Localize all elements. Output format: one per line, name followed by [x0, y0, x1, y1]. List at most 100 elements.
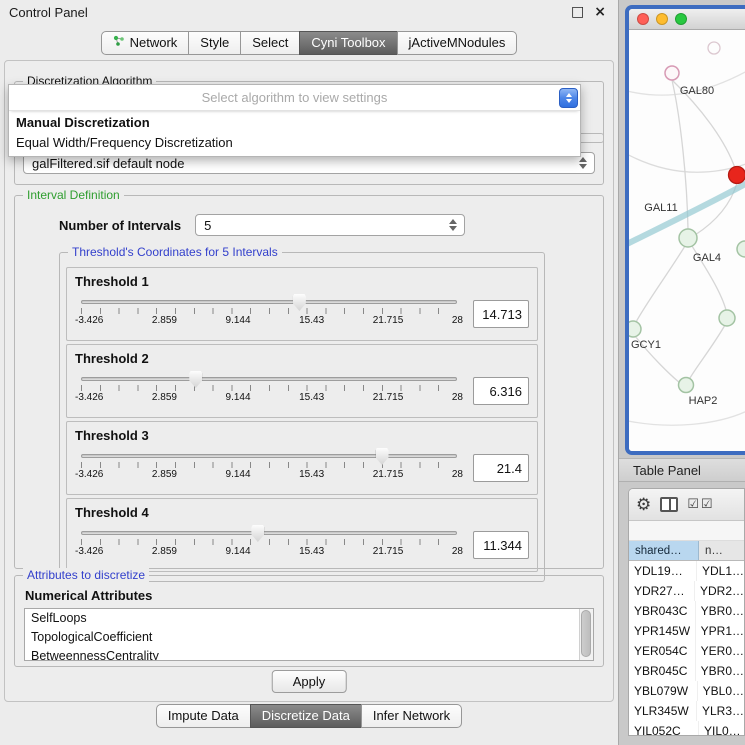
table-row[interactable]: YIL052C YIL0…	[629, 721, 744, 736]
table-panel-title: Table Panel	[633, 463, 701, 478]
float-window-icon[interactable]: □	[571, 4, 584, 20]
column-header-name[interactable]: n…	[699, 541, 744, 560]
node-label: GAL4	[693, 252, 721, 264]
network-node[interactable]	[737, 241, 745, 257]
tab-style[interactable]: Style	[188, 31, 241, 55]
threshold-2-value-field[interactable]: 6.316	[473, 377, 529, 405]
threshold-4-slider[interactable]: -3.4262.8599.14415.4321.71528	[75, 523, 463, 569]
tab-jactivemnodules[interactable]: jActiveMNodules	[397, 31, 518, 55]
mac-minimize-button[interactable]	[656, 13, 668, 25]
network-node[interactable]	[629, 321, 641, 337]
tick-marks	[81, 385, 457, 391]
tab-discretize-data[interactable]: Discretize Data	[250, 704, 362, 728]
list-scrollbar[interactable]	[579, 609, 593, 660]
dropdown-option-equal-width-frequency[interactable]: Equal Width/Frequency Discretization	[9, 133, 580, 156]
table-row[interactable]: YER054C YER0…	[629, 641, 744, 661]
mac-close-button[interactable]	[637, 13, 649, 25]
network-edge	[690, 325, 725, 378]
network-node[interactable]	[679, 378, 694, 393]
columns-icon[interactable]	[660, 497, 678, 512]
list-item[interactable]: BetweennessCentrality	[25, 647, 593, 661]
node-label: GCY1	[631, 339, 661, 351]
slider-track[interactable]	[81, 377, 457, 381]
threshold-1-slider[interactable]: -3.4262.8599.14415.4321.71528	[75, 292, 463, 338]
table-row[interactable]: YPR145W YPR1…	[629, 621, 744, 641]
tab-cyni-toolbox[interactable]: Cyni Toolbox	[299, 31, 397, 55]
network-edge	[629, 152, 745, 172]
network-node[interactable]	[679, 229, 697, 247]
combo-stepper-icon	[447, 215, 459, 235]
threshold-1-value-field[interactable]: 14.713	[473, 300, 529, 328]
slider-track[interactable]	[81, 300, 457, 304]
table-panel-toolbar: ⚙ ☑☑	[629, 489, 744, 521]
interval-definition-group-title: Interval Definition	[23, 188, 124, 202]
tab-impute-data[interactable]: Impute Data	[156, 704, 251, 728]
tab-jactivemnodules-label: jActiveMNodules	[409, 35, 506, 50]
threshold-3-slider[interactable]: -3.4262.8599.14415.4321.71528	[75, 446, 463, 492]
threshold-3-box: Threshold 3 -3.4262.8599.14415.4321.7152…	[66, 421, 538, 495]
table-data-selected-value: galFiltered.sif default node	[32, 156, 184, 171]
selected-red-node[interactable]	[729, 167, 745, 184]
control-panel-titlebar: Control Panel □ ×	[0, 0, 618, 24]
table-row[interactable]: YDR27… YDR2…	[629, 581, 744, 601]
slider-scale: -3.4262.8599.14415.4321.71528	[75, 392, 463, 403]
network-node[interactable]	[708, 42, 720, 54]
table-row[interactable]: YBR043C YBR0…	[629, 601, 744, 621]
tab-infer-network-label: Infer Network	[373, 708, 450, 723]
combobox-arrows-icon[interactable]	[559, 88, 578, 108]
table-panel-spacer	[629, 521, 744, 541]
network-canvas[interactable]: GAL80 GAL11 GAL4 GCY1 HAP2	[629, 30, 745, 451]
tab-infer-network[interactable]: Infer Network	[361, 704, 462, 728]
number-of-intervals-label: Number of Intervals	[59, 218, 181, 233]
apply-button[interactable]: Apply	[272, 670, 347, 693]
table-panel-header: Table Panel	[619, 458, 745, 482]
table-row[interactable]: YDL19… YDL1…	[629, 561, 744, 581]
threshold-4-label: Threshold 4	[75, 505, 529, 520]
threshold-3-value-field[interactable]: 21.4	[473, 454, 529, 482]
select-columns-checkboxes-icon[interactable]: ☑☑	[687, 497, 714, 512]
tab-select[interactable]: Select	[240, 31, 300, 55]
network-node[interactable]	[665, 66, 679, 80]
numerical-attributes-list: SelfLoops TopologicalCoefficient Between…	[24, 608, 594, 661]
node-label: HAP2	[689, 395, 718, 407]
tab-discretize-data-label: Discretize Data	[262, 708, 350, 723]
tab-network-label: Network	[130, 35, 178, 50]
column-header-shared-name[interactable]: shared…	[629, 541, 699, 560]
tab-style-label: Style	[200, 35, 229, 50]
tab-impute-data-label: Impute Data	[168, 708, 239, 723]
network-edge	[629, 410, 745, 425]
threshold-4-value-field[interactable]: 11.344	[473, 531, 529, 559]
table-header-row: shared… n…	[629, 541, 744, 561]
algorithm-combobox[interactable]: Select algorithm to view settings	[9, 85, 580, 111]
thresholds-group-title: Threshold's Coordinates for 5 Intervals	[68, 245, 282, 259]
list-item[interactable]: SelfLoops	[25, 609, 593, 628]
slider-track[interactable]	[81, 454, 457, 458]
threshold-4-box: Threshold 4 -3.4262.8599.14415.4321.7152…	[66, 498, 538, 572]
slider-track[interactable]	[81, 531, 457, 535]
network-window-titlebar	[629, 9, 745, 30]
close-icon[interactable]: ×	[594, 5, 606, 19]
algorithm-placeholder: Select algorithm to view settings	[202, 90, 388, 105]
attributes-group-title: Attributes to discretize	[23, 568, 149, 582]
table-row[interactable]: YLR345W YLR3…	[629, 701, 744, 721]
dropdown-option-manual-discretization[interactable]: Manual Discretization	[9, 111, 580, 133]
table-row[interactable]: YBL079W YBL0…	[629, 681, 744, 701]
gear-icon[interactable]: ⚙	[636, 495, 651, 515]
number-of-intervals-combobox[interactable]: 5	[195, 214, 465, 236]
list-item[interactable]: TopologicalCoefficient	[25, 628, 593, 647]
table-body: YDL19… YDL1… YDR27… YDR2… YBR043C YBR0… …	[629, 561, 744, 736]
network-node[interactable]	[719, 310, 735, 326]
network-tab-icon	[113, 35, 125, 50]
attributes-group: Attributes to discretize Numerical Attri…	[14, 575, 604, 667]
mac-zoom-button[interactable]	[675, 13, 687, 25]
threshold-2-box: Threshold 2 -3.4262.8599.14415.4321.7152…	[66, 344, 538, 418]
slider-scale: -3.4262.8599.14415.4321.71528	[75, 546, 463, 557]
tab-network[interactable]: Network	[101, 31, 190, 55]
network-view-window: GAL80 GAL11 GAL4 GCY1 HAP2	[625, 5, 745, 455]
threshold-2-slider[interactable]: -3.4262.8599.14415.4321.71528	[75, 369, 463, 415]
tab-cyni-toolbox-label: Cyni Toolbox	[311, 35, 385, 50]
scrollbar-thumb[interactable]	[581, 610, 591, 657]
table-row[interactable]: YBR045C YBR0…	[629, 661, 744, 681]
threshold-1-label: Threshold 1	[75, 274, 529, 289]
tick-marks	[81, 462, 457, 468]
